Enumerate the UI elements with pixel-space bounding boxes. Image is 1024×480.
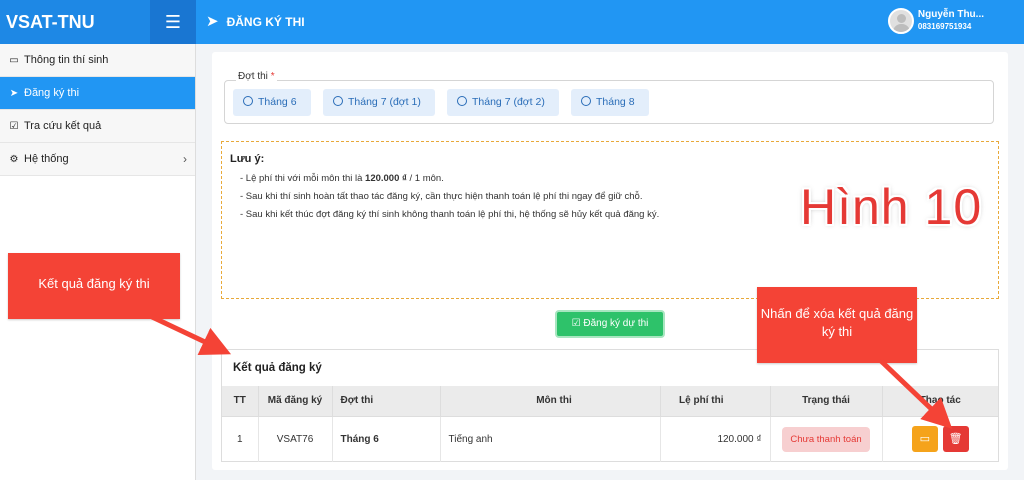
table-header-row: TT Mã đăng ký Đợt thi Môn thi Lệ phí thi… — [222, 386, 998, 416]
paper-plane-icon: ➤ — [206, 13, 219, 30]
user-menu[interactable]: Nguyễn Thu... 083169751934 — [887, 6, 984, 38]
exam-period-option-july-1[interactable]: Tháng 7 (đợt 1) — [323, 89, 435, 116]
exam-period-label: Đợt thi * — [236, 71, 277, 82]
page-header: ➤ ĐĂNG KÝ THI — [206, 0, 305, 44]
sidebar-item-label: Tra cứu kết quả — [24, 120, 102, 132]
column-header: Thao tác — [882, 386, 998, 416]
chevron-right-icon: › — [183, 152, 187, 166]
checkbox-icon: ☑ — [571, 318, 584, 329]
gears-icon: ⚙ — [9, 154, 19, 165]
button-label: Đăng ký dự thi — [583, 318, 649, 329]
register-exam-button[interactable]: ☑ Đăng ký dự thi — [555, 310, 665, 338]
paper-plane-icon: ➤ — [9, 88, 19, 99]
main-card: Tháng 6 Tháng 7 (đợt 1) Tháng 7 (đợt 2) … — [212, 52, 1008, 470]
exam-period-option-august[interactable]: Tháng 8 — [571, 89, 649, 116]
column-header: Lệ phí thi — [660, 386, 771, 416]
radio-icon — [333, 96, 343, 106]
table-row: 1 VSAT76 Tháng 6 Tiếng anh 120.000 ₫ Chư… — [222, 415, 998, 462]
status-badge: Chưa thanh toán — [782, 426, 870, 452]
column-header: Đợt thi — [332, 386, 441, 416]
cell-actions: ▭ 🗑 — [882, 415, 998, 462]
exam-period-option-june[interactable]: Tháng 6 — [233, 89, 311, 116]
option-label: Tháng 7 (đợt 1) — [348, 96, 421, 108]
results-panel: Kết quả đăng ký TT Mã đăng ký Đợt thi Mô… — [221, 349, 999, 462]
option-label: Tháng 7 (đợt 2) — [472, 96, 545, 108]
column-header: Trạng thái — [770, 386, 883, 416]
user-name: Nguyễn Thu... — [917, 9, 984, 20]
column-header: TT — [222, 386, 259, 416]
callout-delete: Nhấn để xóa kết quả đăng ký thi — [757, 287, 917, 363]
option-label: Tháng 8 — [596, 96, 635, 108]
option-label: Tháng 6 — [258, 96, 297, 108]
radio-icon — [457, 96, 467, 106]
delete-button[interactable]: 🗑 — [942, 426, 969, 453]
sidebar-item-exam-registration[interactable]: ➤ Đăng ký thi — [0, 77, 195, 110]
results-title: Kết quả đăng ký — [233, 362, 322, 374]
notice-line-fee: - Lệ phí thi với mỗi môn thi là 120.000 … — [240, 173, 444, 184]
sidebar-item-candidate-info[interactable]: ▭ Thông tin thí sinh — [0, 44, 195, 77]
column-header: Mã đăng ký — [258, 386, 333, 416]
exam-period-option-july-2[interactable]: Tháng 7 (đợt 2) — [447, 89, 559, 116]
cell-registration-code: VSAT76 — [258, 415, 333, 462]
id-card-icon: ▭ — [9, 55, 19, 66]
sidebar-item-label: Hệ thống — [24, 153, 69, 165]
column-header: Môn thi — [440, 386, 661, 416]
hamburger-icon: ☰ — [164, 12, 182, 32]
exam-period-group: Tháng 6 Tháng 7 (đợt 1) Tháng 7 (đợt 2) … — [224, 80, 994, 124]
sidebar-item-system[interactable]: ⚙ Hệ thống › — [0, 143, 195, 176]
field-label: Đợt thi — [238, 71, 268, 82]
cell-subject: Tiếng anh — [440, 415, 661, 462]
avatar[interactable] — [887, 8, 914, 34]
app-brand[interactable]: VSAT-TNU — [0, 0, 150, 44]
checkbox-icon: ☑ — [9, 121, 19, 132]
notice-title: Lưu ý: — [230, 153, 265, 165]
menu-toggle-button[interactable]: ☰ — [150, 0, 196, 44]
sidebar-item-label: Đăng ký thi — [24, 87, 80, 99]
callout-results: Kết quả đăng ký thi — [8, 253, 180, 319]
sidebar-item-results-lookup[interactable]: ☑ Tra cứu kết quả — [0, 110, 195, 143]
pay-button[interactable]: ▭ — [911, 426, 938, 453]
fee-amount: 120.000 ₫ — [365, 173, 407, 184]
trash-icon: 🗑 — [948, 433, 963, 446]
credit-card-icon: ▭ — [919, 433, 931, 446]
cell-status: Chưa thanh toán — [770, 415, 883, 462]
page-title: ĐĂNG KÝ THI — [226, 15, 305, 29]
required-mark: * — [270, 71, 275, 82]
notice-line-payment: - Sau khi thí sinh hoàn tất thao tác đăn… — [240, 191, 643, 202]
results-table: TT Mã đăng ký Đợt thi Môn thi Lệ phí thi… — [222, 386, 998, 462]
cell-fee: 120.000 ₫ — [660, 415, 771, 462]
user-phone: 083169751934 — [917, 22, 972, 31]
figure-label: Hình 10 — [800, 179, 983, 235]
notice-line-cancel: - Sau khi kết thúc đợt đăng ký thí sinh … — [240, 209, 660, 220]
notice-text: / 1 môn. — [406, 173, 444, 184]
notice-text: - Lệ phí thi với mỗi môn thi là — [240, 173, 366, 184]
cell-index: 1 — [222, 415, 259, 462]
sidebar-item-label: Thông tin thí sinh — [24, 54, 109, 66]
radio-icon — [581, 96, 591, 106]
radio-icon — [243, 96, 253, 106]
cell-exam-period: Tháng 6 — [332, 415, 441, 462]
